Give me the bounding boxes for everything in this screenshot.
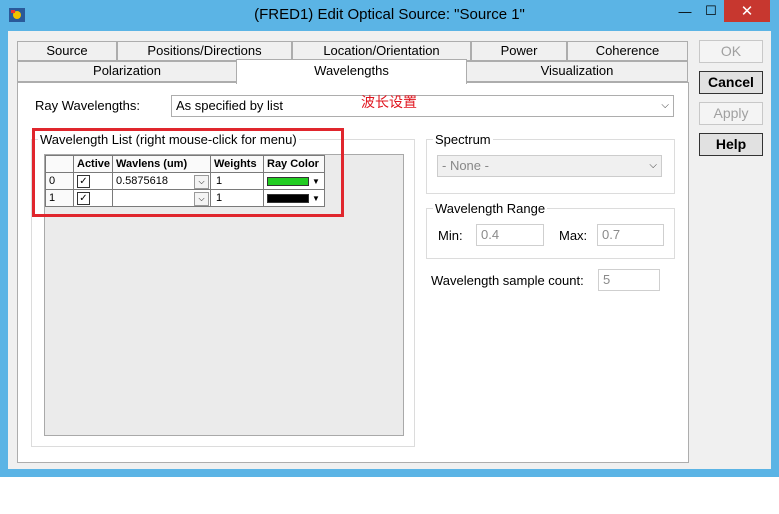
- tab-power[interactable]: Power: [471, 41, 567, 61]
- ok-button[interactable]: OK: [699, 40, 763, 63]
- sample-count-field[interactable]: 5: [598, 269, 660, 291]
- highlight-box: [32, 128, 344, 217]
- min-wavelength-field[interactable]: 0.4: [476, 224, 544, 246]
- tab-polarization[interactable]: Polarization: [17, 61, 237, 82]
- close-button[interactable]: ✕: [724, 0, 770, 22]
- window-title: (FRED1) Edit Optical Source: "Source 1": [254, 6, 525, 23]
- minimize-button[interactable]: —: [672, 0, 698, 22]
- spectrum-select[interactable]: - None - ⌵: [437, 155, 662, 177]
- maximize-button[interactable]: ☐: [698, 0, 724, 22]
- cancel-button[interactable]: Cancel: [699, 71, 763, 94]
- apply-button[interactable]: Apply: [699, 102, 763, 125]
- wavelength-range-title: Wavelength Range: [433, 201, 548, 216]
- max-wavelength-field[interactable]: 0.7: [597, 224, 664, 246]
- ray-wavelengths-value: As specified by list: [176, 98, 283, 113]
- tab-location-orientation[interactable]: Location/Orientation: [292, 41, 471, 61]
- tab-wavelengths[interactable]: Wavelengths: [236, 59, 467, 84]
- max-label: Max:: [559, 228, 588, 243]
- ray-wavelengths-select[interactable]: As specified by list ⌵: [171, 95, 674, 117]
- chevron-down-icon: ⌵: [661, 100, 669, 111]
- min-label: Min:: [438, 228, 463, 243]
- tab-visualization[interactable]: Visualization: [466, 61, 688, 82]
- tab-source[interactable]: Source: [17, 41, 117, 61]
- tab-positions-directions[interactable]: Positions/Directions: [117, 41, 292, 61]
- chevron-down-icon: ⌵: [649, 160, 657, 171]
- ray-wavelengths-label: Ray Wavelengths:: [35, 98, 141, 113]
- help-button[interactable]: Help: [699, 133, 763, 156]
- annotation-text: 波长设置: [361, 94, 417, 110]
- sample-count-label: Wavelength sample count:: [431, 273, 584, 288]
- spectrum-value: - None -: [442, 158, 489, 173]
- tab-coherence[interactable]: Coherence: [567, 41, 688, 61]
- title-bar: (FRED1) Edit Optical Source: "Source 1" …: [0, 0, 779, 30]
- spectrum-title: Spectrum: [433, 132, 493, 147]
